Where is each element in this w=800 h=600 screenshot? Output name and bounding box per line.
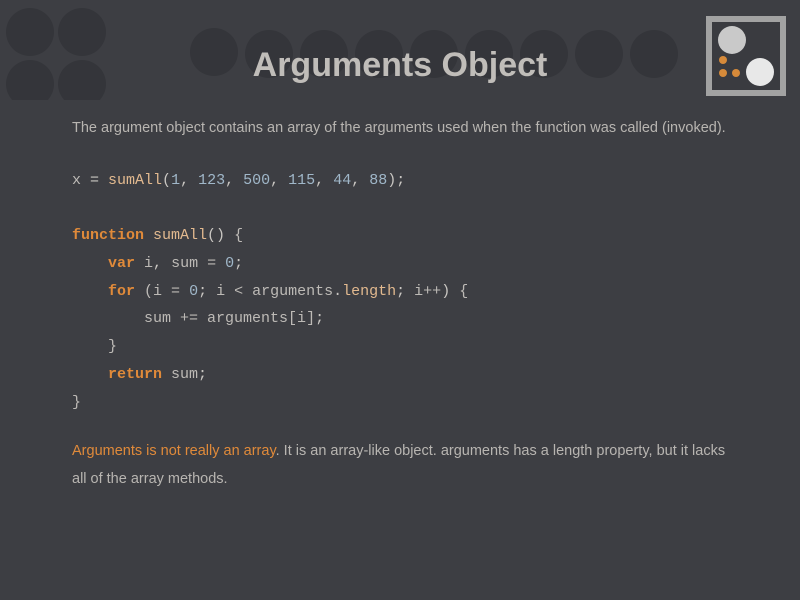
footnote-highlight: Arguments is not really an array <box>72 443 276 459</box>
slide-title: Arguments Object <box>0 0 800 85</box>
slide-content: The argument object contains an array of… <box>0 85 800 493</box>
intro-text: The argument object contains an array of… <box>72 115 728 143</box>
code-block: x = sumAll(1, 123, 500, 115, 44, 88); fu… <box>72 167 728 417</box>
logo-badge <box>706 16 786 96</box>
footnote: Arguments is not really an array. It is … <box>72 438 728 493</box>
